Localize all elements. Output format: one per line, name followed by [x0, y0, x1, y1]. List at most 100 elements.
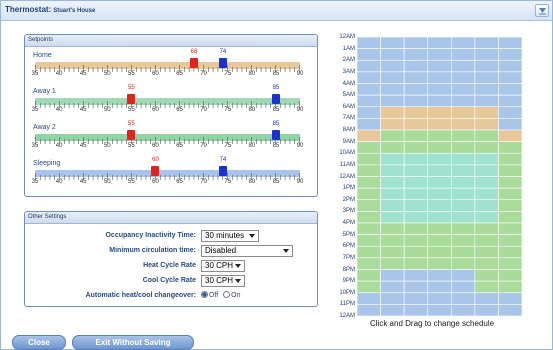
schedule-cell[interactable] [450, 37, 476, 49]
schedule-cell[interactable] [498, 176, 522, 189]
schedule-cell[interactable] [380, 292, 405, 305]
schedule-cell[interactable] [403, 118, 429, 131]
schedule-cell[interactable] [380, 59, 405, 73]
schedule-cell[interactable] [380, 48, 405, 61]
schedule-cell[interactable] [357, 106, 381, 119]
schedule-cell[interactable] [403, 234, 429, 247]
schedule-cell[interactable] [474, 164, 499, 177]
schedule-cell[interactable] [427, 211, 452, 224]
schedule-cell[interactable] [450, 94, 476, 108]
schedule-cell[interactable] [380, 106, 405, 119]
schedule-cell[interactable] [498, 94, 522, 108]
schedule-cell[interactable] [474, 234, 499, 247]
schedule-cell[interactable] [450, 304, 476, 316]
schedule-cell[interactable] [498, 59, 522, 73]
cool-setpoint-handle[interactable]: 85 [271, 121, 280, 140]
schedule-cell[interactable] [357, 199, 381, 212]
schedule-cell[interactable] [380, 257, 405, 270]
cool-setpoint-handle[interactable]: 74 [218, 157, 227, 176]
schedule-cell[interactable] [450, 245, 476, 259]
schedule-cell[interactable] [357, 304, 381, 316]
schedule-cell[interactable] [474, 245, 499, 259]
schedule-cell[interactable] [498, 222, 522, 235]
schedule-cell[interactable] [498, 257, 522, 270]
schedule-cell[interactable] [498, 141, 522, 154]
schedule-cell[interactable] [498, 187, 522, 201]
schedule-cell[interactable] [357, 141, 381, 154]
schedule-cell[interactable] [474, 94, 499, 108]
schedule-cell[interactable] [450, 257, 476, 270]
schedule-cell[interactable] [474, 257, 499, 270]
schedule-cell[interactable] [474, 176, 499, 189]
schedule-cell[interactable] [450, 234, 476, 247]
schedule-cell[interactable] [403, 141, 429, 154]
schedule-cell[interactable] [498, 269, 522, 282]
schedule-cell[interactable] [450, 141, 476, 154]
schedule-cell[interactable] [474, 106, 499, 119]
schedule-cell[interactable] [403, 106, 429, 119]
schedule-cell[interactable] [427, 269, 452, 282]
schedule-cell[interactable] [427, 48, 452, 61]
changeover-off-radio[interactable] [201, 291, 208, 298]
schedule-cell[interactable] [403, 94, 429, 108]
schedule-cell[interactable] [403, 152, 429, 166]
schedule-cell[interactable] [357, 245, 381, 259]
schedule-cell[interactable] [357, 118, 381, 131]
schedule-cell[interactable] [403, 280, 429, 294]
schedule-cell[interactable] [427, 71, 452, 84]
schedule-cell[interactable] [474, 59, 499, 73]
collapse-button[interactable] [535, 4, 549, 17]
schedule-cell[interactable] [357, 94, 381, 108]
schedule-cell[interactable] [450, 292, 476, 305]
schedule-cell[interactable] [474, 280, 499, 294]
schedule-cell[interactable] [427, 118, 452, 131]
schedule-cell[interactable] [380, 94, 405, 108]
schedule-cell[interactable] [498, 71, 522, 84]
occupancy-select[interactable]: 30 minutes [201, 230, 259, 242]
schedule-cell[interactable] [474, 118, 499, 131]
schedule-cell[interactable] [357, 269, 381, 282]
schedule-cell[interactable] [380, 304, 405, 316]
schedule-cell[interactable] [403, 257, 429, 270]
schedule-cell[interactable] [450, 118, 476, 131]
schedule-cell[interactable] [498, 211, 522, 224]
schedule-cell[interactable] [427, 187, 452, 201]
schedule-cell[interactable] [380, 199, 405, 212]
schedule-cell[interactable] [357, 152, 381, 166]
schedule-cell[interactable] [498, 48, 522, 61]
schedule-cell[interactable] [427, 37, 452, 49]
schedule-cell[interactable] [403, 304, 429, 316]
schedule-cell[interactable] [357, 234, 381, 247]
schedule-cell[interactable] [403, 187, 429, 201]
cool-setpoint-handle[interactable]: 85 [271, 85, 280, 104]
schedule-cell[interactable] [474, 269, 499, 282]
schedule-cell[interactable] [427, 199, 452, 212]
schedule-cell[interactable] [403, 59, 429, 73]
schedule-cell[interactable] [357, 164, 381, 177]
schedule-cell[interactable] [498, 304, 522, 316]
schedule-cell[interactable] [380, 211, 405, 224]
schedule-cell[interactable] [498, 245, 522, 259]
schedule-cell[interactable] [474, 152, 499, 166]
cool-setpoint-handle[interactable]: 74 [218, 49, 227, 68]
schedule-cell[interactable] [403, 71, 429, 84]
schedule-cell[interactable] [474, 304, 499, 316]
schedule-cell[interactable] [357, 292, 381, 305]
schedule-cell[interactable] [357, 257, 381, 270]
schedule-cell[interactable] [380, 164, 405, 177]
schedule-cell[interactable] [450, 129, 476, 142]
schedule-cell[interactable] [498, 83, 522, 96]
schedule-cell[interactable] [427, 83, 452, 96]
schedule-cell[interactable] [380, 269, 405, 282]
schedule-cell[interactable] [357, 83, 381, 96]
schedule-cell[interactable] [474, 187, 499, 201]
schedule-cell[interactable] [427, 292, 452, 305]
schedule-cell[interactable] [357, 187, 381, 201]
schedule-cell[interactable] [450, 106, 476, 119]
schedule-cell[interactable] [474, 129, 499, 142]
schedule-cell[interactable] [357, 71, 381, 84]
schedule-cell[interactable] [427, 280, 452, 294]
heat-setpoint-handle[interactable]: 55 [127, 121, 136, 140]
schedule-cell[interactable] [498, 152, 522, 166]
schedule-cell[interactable] [427, 245, 452, 259]
